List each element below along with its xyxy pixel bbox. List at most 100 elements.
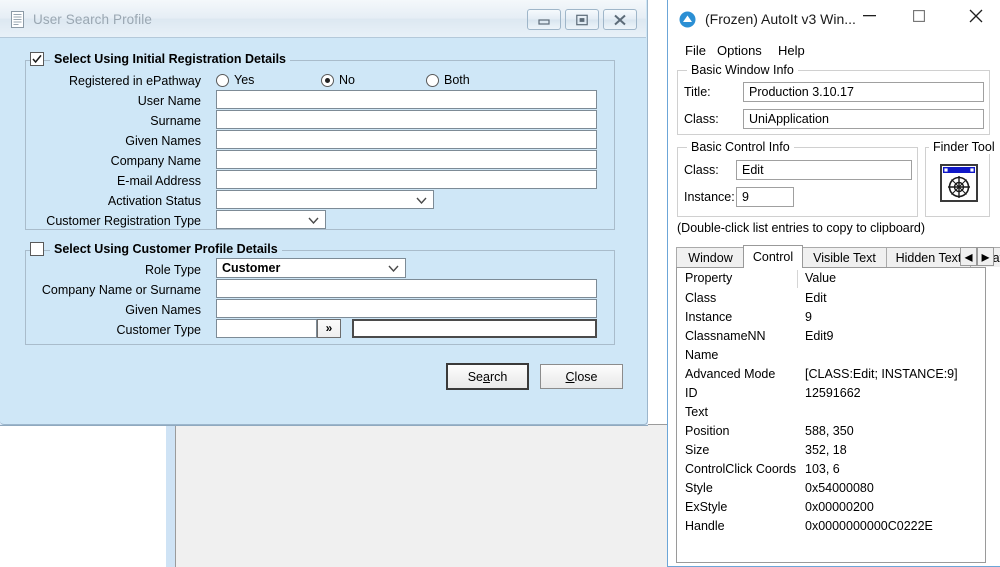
email-address-label: E-mail Address: [116, 174, 201, 188]
initial-registration-details-legend: Select Using Initial Registration Detail…: [50, 52, 291, 66]
close-icon[interactable]: [953, 0, 999, 32]
control-properties-listview[interactable]: Property Value Class Edit Instance 9 Class…: [676, 267, 986, 563]
control-instance-field[interactable]: 9: [736, 187, 794, 207]
finder-tool-legend: Finder Tool: [929, 140, 999, 154]
chevron-down-icon: [308, 211, 319, 229]
chevron-down-icon: [416, 191, 427, 209]
search-button[interactable]: Search: [446, 363, 529, 390]
menu-options[interactable]: Options: [711, 42, 768, 59]
row-property: Advanced Mode: [685, 367, 776, 381]
radio-yes-label: Yes: [234, 73, 255, 87]
maximize-icon[interactable]: [896, 0, 942, 32]
control-instance-value: 9: [742, 190, 749, 204]
given-names-2-label: Given Names: [125, 303, 201, 317]
table-row[interactable]: ExStyle 0x00000200: [677, 499, 985, 518]
activation-status-combo[interactable]: [216, 190, 434, 209]
customer-registration-type-combo[interactable]: [216, 210, 326, 229]
initial-registration-details-checkbox[interactable]: [30, 52, 44, 66]
row-value: 588, 350: [805, 424, 854, 438]
background-app-left-pane: [0, 424, 167, 567]
email-address-input[interactable]: [216, 170, 597, 189]
table-row[interactable]: Position 588, 350: [677, 423, 985, 442]
window1-title: User Search Profile: [33, 12, 152, 27]
clipboard-hint-text: (Double-click list entries to copy to cl…: [677, 221, 926, 235]
screen: User Search Profile Select Using Initial…: [0, 0, 1000, 567]
row-value: [CLASS:Edit; INSTANCE:9]: [805, 367, 958, 381]
finder-crosshair-icon[interactable]: [940, 164, 978, 205]
row-property: Class: [685, 291, 717, 305]
role-type-combo[interactable]: Customer: [216, 258, 406, 278]
role-type-value: Customer: [222, 261, 281, 275]
row-property: ControlClick Coords: [685, 462, 797, 476]
class-field-value: UniApplication: [749, 112, 829, 126]
customer-type-description-input[interactable]: [352, 319, 597, 338]
menu-file[interactable]: File: [679, 42, 712, 59]
background-app-splitter[interactable]: [166, 424, 175, 567]
column-divider[interactable]: [797, 270, 798, 288]
user-name-input[interactable]: [216, 90, 597, 109]
row-property: Handle: [685, 519, 725, 533]
table-row[interactable]: ID 12591662: [677, 385, 985, 404]
customer-profile-details-legend: Select Using Customer Profile Details: [50, 242, 282, 256]
table-row[interactable]: Size 352, 18: [677, 442, 985, 461]
close-button-label: Close: [565, 369, 598, 384]
company-name-input[interactable]: [216, 150, 597, 169]
customer-type-lookup-button[interactable]: »: [317, 319, 341, 338]
basic-window-info-legend: Basic Window Info: [687, 63, 798, 77]
document-icon: [11, 11, 26, 28]
tab-control[interactable]: Control: [743, 245, 803, 268]
chevron-down-icon: [388, 259, 399, 277]
table-row[interactable]: Style 0x54000080: [677, 480, 985, 499]
title-field[interactable]: Production 3.10.17: [743, 82, 984, 102]
restore-icon[interactable]: [565, 9, 599, 30]
table-row[interactable]: Instance 9: [677, 309, 985, 328]
row-property: Size: [685, 443, 710, 457]
tab-window[interactable]: Window: [676, 247, 745, 267]
tab-scroll-right-icon[interactable]: ▸: [977, 247, 994, 266]
window2-titlebar[interactable]: (Frozen) AutoIt v3 Win...: [668, 0, 999, 40]
close-icon[interactable]: [603, 9, 637, 30]
customer-type-code-input[interactable]: [216, 319, 317, 338]
table-row[interactable]: Name: [677, 347, 985, 366]
customer-profile-details-group: Select Using Customer Profile Details Ro…: [25, 242, 615, 345]
company-name-or-surname-input[interactable]: [216, 279, 597, 298]
column-header-property[interactable]: Property: [685, 271, 732, 285]
tab-visible-text[interactable]: Visible Text: [802, 247, 887, 267]
customer-type-label: Customer Type: [116, 323, 201, 337]
window2-title: (Frozen) AutoIt v3 Win...: [705, 11, 856, 27]
class-field[interactable]: UniApplication: [743, 109, 984, 129]
given-names-2-input[interactable]: [216, 299, 597, 318]
control-class-value: Edit: [742, 163, 764, 177]
column-header-value[interactable]: Value: [805, 271, 836, 285]
surname-input[interactable]: [216, 110, 597, 129]
table-row[interactable]: Advanced Mode [CLASS:Edit; INSTANCE:9]: [677, 366, 985, 385]
row-property: ClassnameNN: [685, 329, 766, 343]
close-button[interactable]: Close: [540, 364, 623, 389]
table-row[interactable]: Handle 0x0000000000C0222E: [677, 518, 985, 537]
title-field-value: Production 3.10.17: [749, 85, 854, 99]
search-button-label: Search: [467, 369, 508, 384]
radio-no-selected-dot: [325, 78, 330, 83]
initial-registration-details-group: Select Using Initial Registration Detail…: [25, 52, 615, 230]
activation-status-label: Activation Status: [107, 194, 201, 208]
user-name-label: User Name: [137, 94, 201, 108]
given-names-input[interactable]: [216, 130, 597, 149]
minimize-icon[interactable]: [527, 9, 561, 30]
table-row[interactable]: ControlClick Coords 103, 6: [677, 461, 985, 480]
table-row[interactable]: Class Edit: [677, 290, 985, 309]
control-class-field[interactable]: Edit: [736, 160, 912, 180]
role-type-label: Role Type: [144, 263, 201, 277]
window1-titlebar[interactable]: User Search Profile: [0, 0, 646, 38]
table-row[interactable]: ClassnameNN Edit9: [677, 328, 985, 347]
menu-help[interactable]: Help: [772, 42, 811, 59]
tab-scroll-left-icon[interactable]: ◂: [960, 247, 977, 266]
basic-window-info-group: Basic Window Info Title: Production 3.10…: [677, 63, 990, 135]
customer-profile-details-checkbox[interactable]: [30, 242, 44, 256]
table-row[interactable]: Text: [677, 404, 985, 423]
minimize-icon[interactable]: [846, 0, 892, 32]
company-name-or-surname-label: Company Name or Surname: [41, 283, 201, 297]
tab-hidden-text[interactable]: Hidden Text: [886, 247, 971, 267]
surname-label: Surname: [150, 114, 201, 128]
control-instance-label: Instance:: [684, 190, 735, 204]
row-value: 0x54000080: [805, 481, 874, 495]
